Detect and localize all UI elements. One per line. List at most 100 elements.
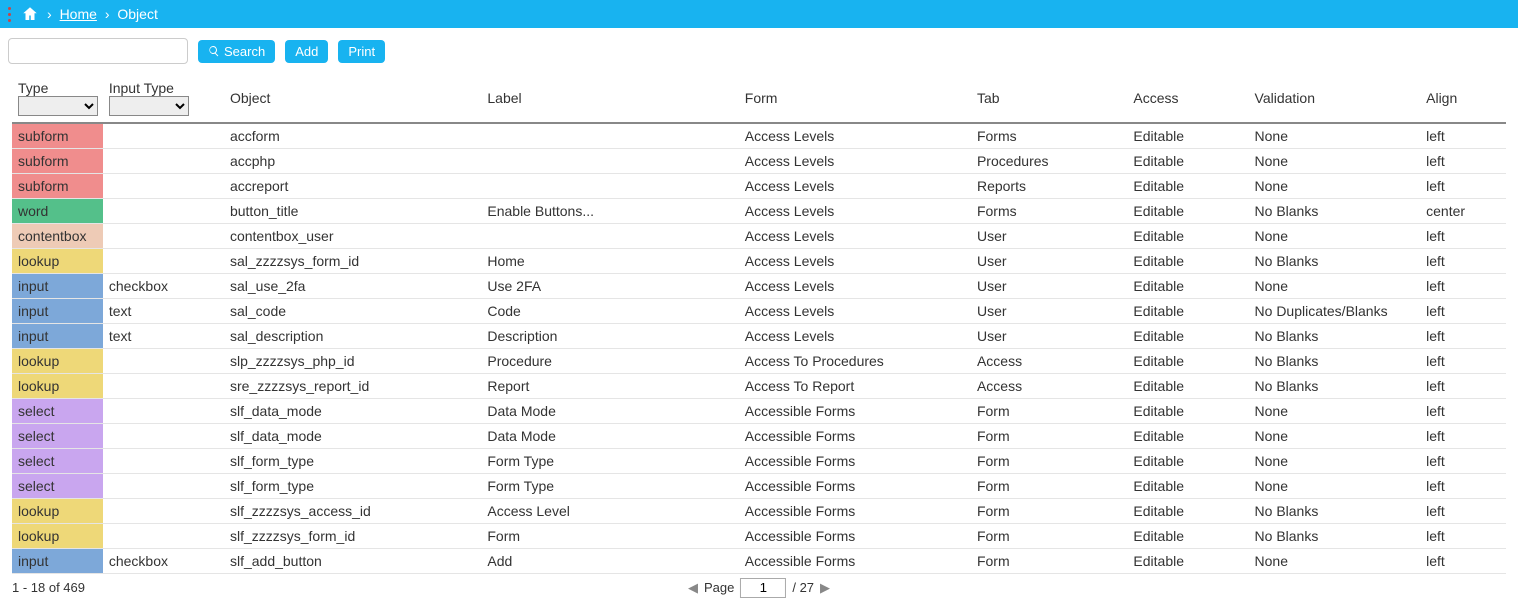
cell-validation: None (1249, 449, 1421, 474)
page-input[interactable] (740, 578, 786, 598)
filter-input-type[interactable] (109, 96, 189, 116)
table-row[interactable]: subformaccphpAccess LevelsProceduresEdit… (12, 149, 1506, 174)
table-row[interactable]: inputcheckboxsal_use_2faUse 2FAAccess Le… (12, 274, 1506, 299)
search-icon (208, 45, 220, 57)
table-row[interactable]: contentboxcontentbox_userAccess LevelsUs… (12, 224, 1506, 249)
menu-icon[interactable] (8, 7, 11, 22)
col-object[interactable]: Object (224, 74, 481, 123)
cell-align: left (1420, 324, 1506, 349)
table-row[interactable]: inputcheckboxslf_add_buttonAddAccessible… (12, 549, 1506, 574)
table-row[interactable]: lookupslp_zzzzsys_php_idProcedureAccess … (12, 349, 1506, 374)
cell-object: contentbox_user (224, 224, 481, 249)
cell-form: Accessible Forms (739, 524, 971, 549)
cell-object: accform (224, 123, 481, 149)
col-form[interactable]: Form (739, 74, 971, 123)
cell-access: Editable (1127, 449, 1248, 474)
cell-label: Procedure (481, 349, 738, 374)
table-row[interactable]: lookupsre_zzzzsys_report_idReportAccess … (12, 374, 1506, 399)
cell-align: left (1420, 474, 1506, 499)
breadcrumb-sep: › (105, 6, 110, 22)
cell-input-type (103, 149, 224, 174)
search-button[interactable]: Search (198, 40, 275, 63)
cell-label: Use 2FA (481, 274, 738, 299)
cell-validation: None (1249, 474, 1421, 499)
cell-type: input (12, 274, 103, 299)
col-input-type[interactable]: Input Type (103, 74, 224, 123)
table-row[interactable]: subformaccreportAccess LevelsReportsEdit… (12, 174, 1506, 199)
cell-form: Access Levels (739, 123, 971, 149)
cell-align: left (1420, 349, 1506, 374)
cell-tab: Form (971, 399, 1127, 424)
cell-validation: None (1249, 224, 1421, 249)
cell-object: slf_add_button (224, 549, 481, 574)
col-access[interactable]: Access (1127, 74, 1248, 123)
cell-access: Editable (1127, 274, 1248, 299)
cell-align: left (1420, 524, 1506, 549)
cell-label: Form (481, 524, 738, 549)
print-button[interactable]: Print (338, 40, 385, 63)
table-row[interactable]: selectslf_form_typeForm TypeAccessible F… (12, 474, 1506, 499)
table-row[interactable]: inputtextsal_codeCodeAccess LevelsUserEd… (12, 299, 1506, 324)
cell-form: Access Levels (739, 174, 971, 199)
cell-align: center (1420, 199, 1506, 224)
cell-tab: Form (971, 424, 1127, 449)
cell-input-type (103, 449, 224, 474)
cell-form: Access Levels (739, 199, 971, 224)
page-next-icon[interactable]: ▶ (820, 580, 830, 596)
cell-input-type (103, 199, 224, 224)
cell-object: accreport (224, 174, 481, 199)
cell-object: slf_form_type (224, 474, 481, 499)
table-row[interactable]: lookupslf_zzzzsys_form_idFormAccessible … (12, 524, 1506, 549)
cell-access: Editable (1127, 123, 1248, 149)
breadcrumb-home-link[interactable]: Home (60, 6, 97, 22)
cell-form: Access Levels (739, 224, 971, 249)
cell-type: input (12, 299, 103, 324)
page-prev-icon[interactable]: ◀ (688, 580, 698, 596)
search-input[interactable] (8, 38, 188, 64)
col-label[interactable]: Label (481, 74, 738, 123)
cell-input-type (103, 349, 224, 374)
table-row[interactable]: lookupsal_zzzzsys_form_idHomeAccess Leve… (12, 249, 1506, 274)
cell-input-type (103, 174, 224, 199)
cell-object: sal_description (224, 324, 481, 349)
cell-tab: User (971, 324, 1127, 349)
table-row[interactable]: subformaccformAccess LevelsFormsEditable… (12, 123, 1506, 149)
cell-label: Home (481, 249, 738, 274)
cell-align: left (1420, 499, 1506, 524)
cell-align: left (1420, 123, 1506, 149)
cell-validation: None (1249, 174, 1421, 199)
cell-validation: No Duplicates/Blanks (1249, 299, 1421, 324)
col-validation[interactable]: Validation (1249, 74, 1421, 123)
col-type[interactable]: Type (12, 74, 103, 123)
cell-access: Editable (1127, 374, 1248, 399)
cell-access: Editable (1127, 224, 1248, 249)
cell-form: Access To Procedures (739, 349, 971, 374)
add-button[interactable]: Add (285, 40, 328, 63)
cell-input-type (103, 474, 224, 499)
table-row[interactable]: selectslf_data_modeData ModeAccessible F… (12, 399, 1506, 424)
table-row[interactable]: selectslf_data_modeData ModeAccessible F… (12, 424, 1506, 449)
cell-access: Editable (1127, 324, 1248, 349)
cell-access: Editable (1127, 424, 1248, 449)
col-align[interactable]: Align (1420, 74, 1506, 123)
col-tab[interactable]: Tab (971, 74, 1127, 123)
cell-align: left (1420, 174, 1506, 199)
filter-type[interactable] (18, 96, 98, 116)
table-row[interactable]: wordbutton_titleEnable Buttons...Access … (12, 199, 1506, 224)
cell-object: slf_zzzzsys_form_id (224, 524, 481, 549)
cell-input-type: checkbox (103, 274, 224, 299)
cell-input-type: checkbox (103, 549, 224, 574)
cell-object: slp_zzzzsys_php_id (224, 349, 481, 374)
table-row[interactable]: lookupslf_zzzzsys_access_idAccess LevelA… (12, 499, 1506, 524)
table-row[interactable]: selectslf_form_typeForm TypeAccessible F… (12, 449, 1506, 474)
cell-validation: No Blanks (1249, 249, 1421, 274)
home-icon[interactable] (21, 5, 39, 23)
table-row[interactable]: inputtextsal_descriptionDescriptionAcces… (12, 324, 1506, 349)
cell-tab: Forms (971, 123, 1127, 149)
cell-align: left (1420, 399, 1506, 424)
cell-form: Accessible Forms (739, 424, 971, 449)
cell-object: slf_data_mode (224, 399, 481, 424)
cell-validation: No Blanks (1249, 499, 1421, 524)
cell-input-type (103, 123, 224, 149)
cell-access: Editable (1127, 149, 1248, 174)
